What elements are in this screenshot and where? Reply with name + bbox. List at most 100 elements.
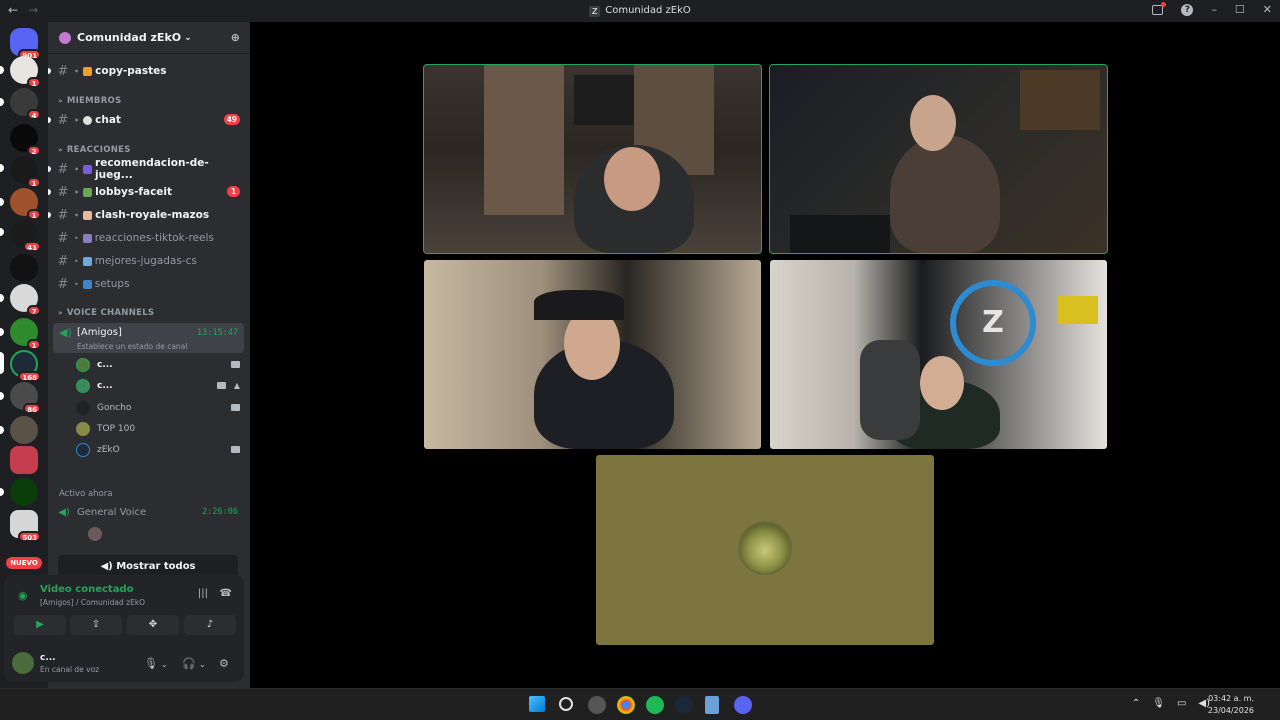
channel-copy-pastes[interactable]: # • copy-pastes	[48, 61, 246, 81]
video-tile-avatar[interactable]	[596, 455, 934, 645]
video-tile[interactable]	[424, 260, 761, 449]
voice-member[interactable]: Goncho	[76, 398, 244, 418]
server-icon[interactable]: 1	[10, 318, 41, 350]
system-clock[interactable]: 03:42 a. m. 23/04/2026	[1208, 693, 1254, 717]
hash-icon: #	[57, 207, 69, 223]
server-icon[interactable]	[10, 478, 38, 506]
camera-icon	[231, 361, 240, 368]
close-button[interactable]: ✕	[1263, 3, 1272, 16]
channel-chat[interactable]: # • chat 49	[48, 110, 246, 130]
speaker-icon: ◀)	[59, 326, 72, 339]
minimize-button[interactable]: –	[1211, 3, 1217, 16]
help-icon[interactable]: ?	[1181, 3, 1194, 16]
headphones-icon[interactable]: 🎧	[182, 657, 196, 670]
avatar	[76, 358, 90, 372]
collapse-arrow-icon: »	[58, 146, 63, 154]
clock-time: 03:42 a. m.	[1208, 694, 1254, 703]
windows-start-icon[interactable]	[529, 696, 545, 712]
channel-status-prompt[interactable]: Establece un estado de canal	[77, 342, 187, 351]
app-icon[interactable]	[588, 696, 606, 714]
category-miembros[interactable]: » MIEMBROS	[58, 96, 122, 106]
channel-name: reacciones-tiktok-reels	[94, 232, 214, 244]
channel-name: setups	[94, 278, 130, 290]
steam-icon[interactable]	[675, 696, 693, 714]
activities-button[interactable]: ✥	[127, 615, 179, 635]
chevron-up-icon[interactable]: ⌃	[1132, 698, 1140, 709]
server-icon-selected[interactable]: 168	[10, 350, 41, 382]
video-tile[interactable]	[423, 64, 762, 254]
screen-share-button[interactable]: ⇪	[70, 615, 122, 635]
channel-reacciones-tiktok-reels[interactable]: # • reacciones-tiktok-reels	[52, 228, 246, 248]
category-voice-channels[interactable]: » VOICE CHANNELS	[58, 308, 154, 318]
notepad-icon[interactable]	[705, 696, 719, 714]
voice-member[interactable]: c... ▲	[76, 376, 244, 396]
avatar[interactable]	[12, 652, 34, 674]
unread-badge: 7	[27, 305, 41, 316]
server-icon[interactable]: 2	[10, 124, 41, 156]
category-label: VOICE CHANNELS	[66, 308, 155, 318]
server-icon[interactable]: 4	[10, 88, 41, 120]
channel-setups[interactable]: # • setups	[52, 274, 246, 294]
microphone-icon[interactable]: 🎙	[144, 657, 158, 670]
guild-header[interactable]: Comunidad zEkO ⌄ ⊕	[48, 22, 250, 54]
guild-name: Comunidad zEkO	[77, 31, 182, 44]
user-name[interactable]: c...	[40, 653, 56, 663]
channel-name: recomendacion-de-jueg...	[95, 157, 209, 181]
inbox-icon[interactable]	[1152, 1, 1167, 15]
channel-mejores-jugadas-cs[interactable]: # • mejores-jugadas-cs	[52, 251, 246, 271]
video-tile[interactable]	[769, 64, 1108, 254]
chrome-icon[interactable]	[617, 696, 635, 714]
chevron-down-icon[interactable]: ⌄	[161, 660, 168, 669]
channel-name: clash-royale-mazos	[95, 209, 210, 221]
noise-suppression-icon[interactable]: |||	[198, 588, 208, 599]
category-reacciones[interactable]: » REACCIONES	[58, 145, 131, 155]
video-tile[interactable]: Z	[770, 260, 1107, 449]
active-now-label: Activo ahora	[59, 489, 113, 499]
unread-badge: 168	[18, 371, 41, 382]
voice-member[interactable]: zEkO	[76, 440, 244, 460]
server-icon[interactable]	[10, 416, 38, 444]
unread-pip	[48, 212, 51, 218]
server-icon[interactable]: 1	[10, 56, 41, 88]
voice-member[interactable]: c...	[76, 355, 244, 375]
search-icon[interactable]	[559, 697, 573, 711]
discord-icon[interactable]	[734, 696, 752, 714]
active-voice-channel[interactable]: ◀) General Voice 2:26:06	[53, 501, 244, 523]
chevron-down-icon[interactable]: ⌄	[199, 660, 206, 669]
direct-messages-button[interactable]: 901	[10, 28, 41, 60]
server-icon[interactable]: 1	[10, 188, 41, 220]
category-label: MIEMBROS	[66, 96, 122, 106]
spotify-icon[interactable]	[646, 696, 664, 714]
add-user-icon[interactable]: ⊕	[231, 31, 240, 44]
avatar[interactable]	[88, 527, 102, 541]
microphone-icon[interactable]: 🎙	[1152, 698, 1165, 709]
signal-icon[interactable]: ◉	[18, 589, 28, 602]
gear-icon[interactable]: ⚙	[219, 657, 229, 670]
server-icon[interactable]	[10, 446, 38, 474]
server-icon[interactable]: 503	[10, 510, 41, 542]
camera-button[interactable]: ▶	[14, 615, 66, 635]
voice-member[interactable]: TOP 100	[76, 419, 244, 439]
separator-dot: •	[74, 66, 80, 76]
connection-status[interactable]: Video conectado	[40, 584, 133, 595]
unread-badge: 503	[18, 531, 41, 542]
maximize-button[interactable]: ☐	[1235, 3, 1245, 16]
trophy-icon	[82, 256, 92, 266]
server-icon[interactable]: 86	[10, 382, 41, 414]
server-icon[interactable]: 7	[10, 284, 41, 316]
server-icon[interactable]	[10, 254, 38, 282]
server-icon[interactable]: 1	[10, 156, 41, 188]
channel-recomendacion-de-juegos[interactable]: # • recomendacion-de-jueg...	[48, 157, 246, 181]
server-icon[interactable]: 41	[10, 220, 41, 252]
rifle-icon	[83, 187, 93, 197]
soundboard-button[interactable]: ♪	[184, 615, 236, 635]
member-name: Goncho	[97, 403, 132, 413]
voice-channel-amigos[interactable]: ◀) [Amigos] 13:15:47 Establece un estado…	[53, 323, 244, 353]
channel-clash-royale-mazos[interactable]: # • clash-royale-mazos	[48, 205, 246, 225]
gaming-chair	[860, 340, 920, 440]
channel-lobbys-faceit[interactable]: # • lobbys-faceit 1	[48, 182, 246, 202]
unread-badge: 41	[23, 241, 41, 252]
hash-icon: #	[57, 276, 69, 292]
network-icon[interactable]: ▭	[1177, 698, 1186, 709]
disconnect-icon[interactable]: ☎	[220, 588, 232, 599]
